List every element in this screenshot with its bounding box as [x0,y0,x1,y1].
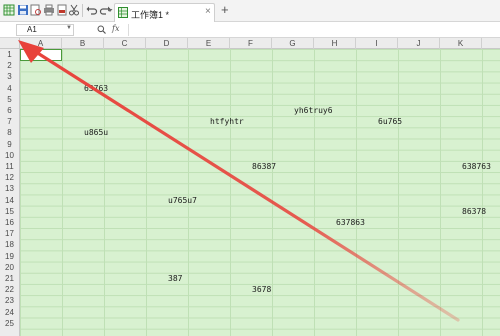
cell-g6[interactable]: yh6truy6 [294,106,333,115]
column-header-k[interactable]: K [440,38,482,49]
row-header-3[interactable]: 3 [0,71,19,82]
cell-d21[interactable]: 387 [168,274,182,283]
row-header-2[interactable]: 2 [0,60,19,71]
cell-b8[interactable]: u865u [84,128,108,137]
row-header-8[interactable]: 8 [0,127,19,138]
cell-k11[interactable]: 638763 [462,162,491,171]
workbook-icon [118,7,128,18]
toolbar-divider [82,4,83,17]
column-header-i[interactable]: I [356,38,398,49]
column-header-d[interactable]: D [146,38,188,49]
close-tab-icon[interactable]: × [205,6,211,17]
fx-icon[interactable]: fx [112,24,119,33]
column-header-b[interactable]: B [62,38,104,49]
spreadsheet-icon[interactable] [3,4,15,16]
cell-d14[interactable]: u765u7 [168,196,197,205]
column-header-e[interactable]: E [188,38,230,49]
active-cell-a1[interactable] [20,49,62,61]
new-tab-button[interactable]: + [221,2,229,17]
formula-bar: A1 ▼ fx [0,22,500,38]
column-header-j[interactable]: J [398,38,440,49]
row-header-25[interactable]: 25 [0,318,19,329]
column-header-c[interactable]: C [104,38,146,49]
row-header-11[interactable]: 11 [0,161,19,172]
save-icon[interactable] [17,4,29,16]
formula-input[interactable] [128,24,498,36]
row-header-13[interactable]: 13 [0,183,19,194]
cell-b4[interactable]: 63763 [84,84,108,93]
quick-access-toolbar: 工作簿1 * × + [0,0,500,22]
select-all-corner[interactable] [0,38,20,49]
row-header-18[interactable]: 18 [0,239,19,250]
column-header-a[interactable]: A [20,38,62,49]
column-header-f[interactable]: F [230,38,272,49]
cell-e7[interactable]: htfyhtr [210,117,244,126]
row-header-15[interactable]: 15 [0,206,19,217]
row-header-24[interactable]: 24 [0,307,19,318]
cell-i7[interactable]: 6u765 [378,117,402,126]
row-header-17[interactable]: 17 [0,228,19,239]
tab-label: 工作簿1 * [131,10,170,20]
row-header-9[interactable]: 9 [0,139,19,150]
print-preview-icon[interactable] [30,4,42,16]
tab-workbook1[interactable]: 工作簿1 * × [114,3,215,22]
row-headers: 1 2 3 4 5 6 7 8 9 10 11 12 13 14 15 16 17 18 19 20 21 22 23 24 2… [0,49,20,336]
cell-f22[interactable]: 3678 [252,285,271,294]
row-header-7[interactable]: 7 [0,116,19,127]
dropdown-icon[interactable] [107,4,113,16]
pdf-icon[interactable] [56,4,68,16]
scissors-icon[interactable] [68,4,80,16]
row-header-12[interactable]: 12 [0,172,19,183]
cell-k15[interactable]: 86378 [462,207,486,216]
row-header-6[interactable]: 6 [0,105,19,116]
chevron-down-icon[interactable]: ▼ [66,25,72,31]
cell-h16[interactable]: 637863 [336,218,365,227]
undo-icon[interactable] [86,4,98,16]
row-header-16[interactable]: 16 [0,217,19,228]
row-header-10[interactable]: 10 [0,150,19,161]
zoom-icon[interactable] [97,25,106,34]
row-header-23[interactable]: 23 [0,295,19,306]
row-header-1[interactable]: 1 [0,49,19,60]
row-header-20[interactable]: 20 [0,262,19,273]
spreadsheet-area: ABCDEFGHIJK 1 2 3 4 5 6 7 8 9 10 11 12 13 14 15 16 17 18 1… [0,38,500,336]
cell-f11[interactable]: 86387 [252,162,276,171]
print-icon[interactable] [43,4,55,16]
row-header-19[interactable]: 19 [0,251,19,262]
row-header-14[interactable]: 14 [0,195,19,206]
column-headers: ABCDEFGHIJK [20,38,500,49]
row-header-21[interactable]: 21 [0,273,19,284]
column-header-g[interactable]: G [272,38,314,49]
column-header-h[interactable]: H [314,38,356,49]
row-header-4[interactable]: 4 [0,83,19,94]
row-header-5[interactable]: 5 [0,94,19,105]
row-header-22[interactable]: 22 [0,284,19,295]
